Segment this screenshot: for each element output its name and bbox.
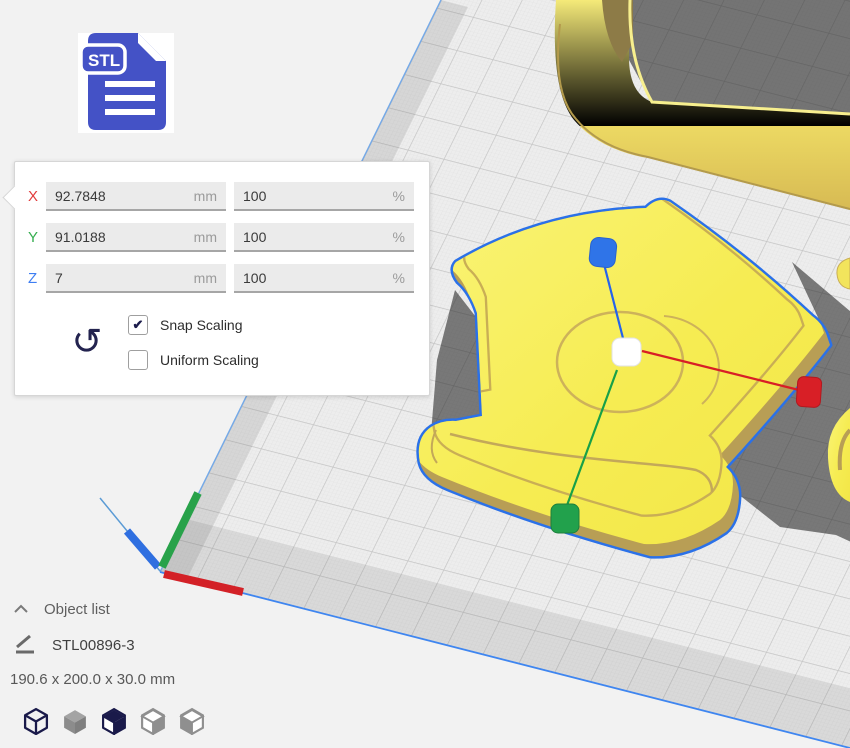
x-size-unit: mm bbox=[194, 188, 217, 204]
stl-file-icon: STL bbox=[78, 33, 174, 133]
checkmark-icon: ✔ bbox=[133, 318, 144, 331]
x-percent-input[interactable]: 100 % bbox=[234, 182, 414, 211]
z-percent-unit: % bbox=[393, 270, 405, 286]
y-size-unit: mm bbox=[194, 229, 217, 245]
snap-scaling-checkbox[interactable]: ✔ bbox=[128, 315, 148, 335]
camera-view-toolbar bbox=[22, 707, 206, 735]
z-percent-input[interactable]: 100 % bbox=[234, 264, 414, 293]
uniform-scaling-label: Uniform Scaling bbox=[160, 352, 259, 368]
y-percent-unit: % bbox=[393, 229, 405, 245]
cube-right-icon bbox=[178, 707, 206, 735]
snap-scaling-row: ✔ Snap Scaling bbox=[128, 315, 243, 335]
z-axis-indicator bbox=[127, 531, 158, 567]
uniform-scaling-row: ✔ Uniform Scaling bbox=[128, 350, 259, 370]
y-percent-input[interactable]: 100 % bbox=[234, 223, 414, 252]
object-list-item[interactable]: STL00896-3 bbox=[52, 637, 135, 654]
object-item-icon bbox=[13, 634, 37, 654]
scale-row-x: X 92.7848 mm 100 % bbox=[15, 182, 429, 213]
object-list-title[interactable]: Object list bbox=[44, 601, 110, 618]
file-document-icon: STL bbox=[78, 33, 174, 133]
view-3d-button[interactable] bbox=[22, 707, 50, 735]
view-front-button[interactable] bbox=[61, 707, 89, 735]
cube-3d-icon bbox=[22, 707, 50, 735]
view-top-button[interactable] bbox=[100, 707, 128, 735]
y-size-input[interactable]: 91.0188 mm bbox=[46, 223, 226, 252]
z-axis-label: Z bbox=[28, 270, 44, 287]
cube-top-icon bbox=[100, 707, 128, 735]
x-percent-unit: % bbox=[393, 188, 405, 204]
scale-handle-x[interactable] bbox=[796, 376, 822, 408]
scale-handle-z[interactable] bbox=[589, 237, 618, 269]
z-size-unit: mm bbox=[194, 270, 217, 286]
view-right-button[interactable] bbox=[178, 707, 206, 735]
y-axis-label: Y bbox=[28, 229, 44, 246]
cube-left-icon bbox=[139, 707, 167, 735]
scale-row-z: Z 7 mm 100 % bbox=[15, 264, 429, 295]
collapse-chevron-icon[interactable] bbox=[12, 602, 30, 616]
view-left-button[interactable] bbox=[139, 707, 167, 735]
x-size-input[interactable]: 92.7848 mm bbox=[46, 182, 226, 211]
snap-scaling-label: Snap Scaling bbox=[160, 317, 243, 333]
scale-handle-y[interactable] bbox=[551, 504, 579, 533]
selected-object-dimensions: 190.6 x 200.0 x 30.0 mm bbox=[10, 671, 175, 688]
reset-scale-button[interactable]: ↺ bbox=[67, 320, 107, 364]
uniform-scaling-checkbox[interactable]: ✔ bbox=[128, 350, 148, 370]
scale-row-y: Y 91.0188 mm 100 % bbox=[15, 223, 429, 254]
scale-tool-panel: X 92.7848 mm 100 % Y 91.0188 mm 100 % Z … bbox=[14, 161, 430, 396]
stl-badge-label: STL bbox=[88, 51, 120, 70]
x-axis-label: X bbox=[28, 188, 44, 205]
z-size-input[interactable]: 7 mm bbox=[46, 264, 226, 293]
cube-front-icon bbox=[61, 707, 89, 735]
scale-handle-center[interactable] bbox=[612, 338, 641, 366]
